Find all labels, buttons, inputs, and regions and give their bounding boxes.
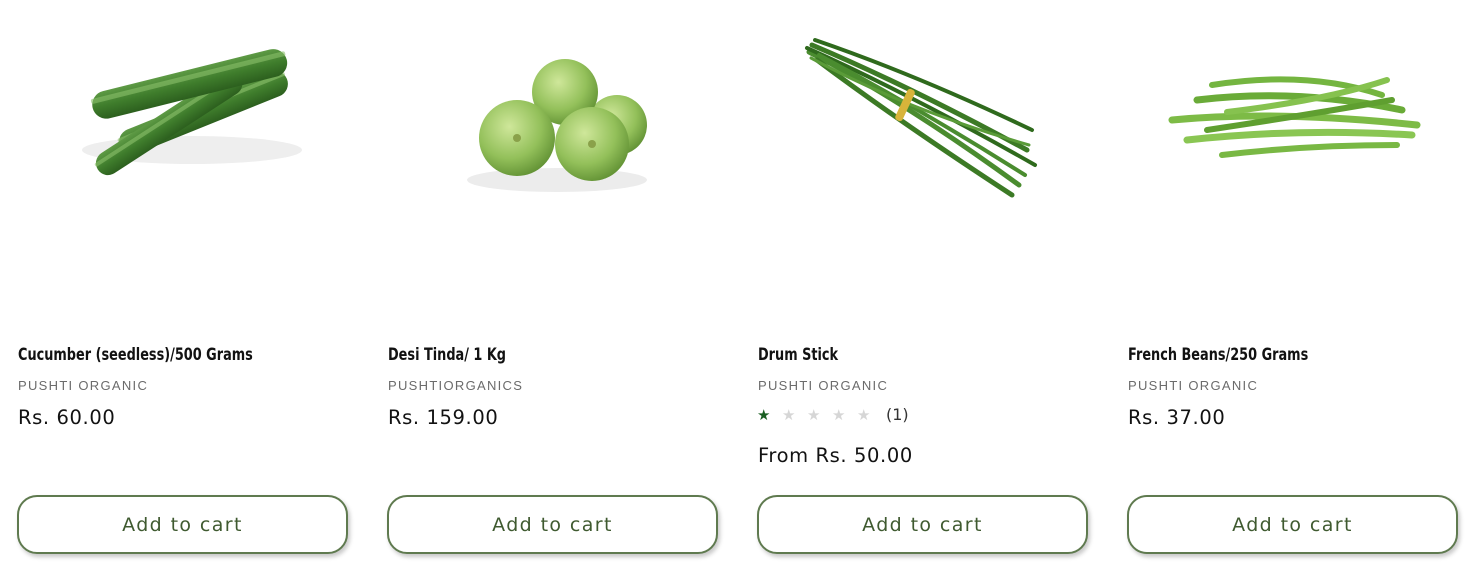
product-price: From Rs. 50.00: [758, 444, 913, 467]
product-card-drumstick: Drum Stick PUSHTI ORGANIC ★ ★ ★ ★ ★ (1) …: [757, 0, 1093, 569]
product-image-drumstick[interactable]: [757, 0, 1093, 300]
product-vendor: PUSHTIORGANICS: [388, 378, 524, 393]
rating-count: (1): [886, 405, 909, 424]
product-vendor: PUSHTI ORGANIC: [758, 378, 889, 393]
product-title[interactable]: Drum Stick: [758, 345, 838, 364]
star-filled-icon: ★: [757, 406, 771, 424]
product-vendor: PUSHTI ORGANIC: [18, 378, 149, 393]
star-empty-icon: ★: [832, 406, 846, 424]
product-image-french-beans[interactable]: [1127, 0, 1463, 300]
product-image-tinda[interactable]: [387, 0, 723, 300]
product-image-cucumber[interactable]: [17, 0, 353, 300]
product-vendor: PUSHTI ORGANIC: [1128, 378, 1259, 393]
add-to-cart-button[interactable]: Add to cart: [387, 495, 718, 554]
product-price: Rs. 37.00: [1128, 406, 1226, 429]
product-title[interactable]: French Beans/250 Grams: [1128, 345, 1308, 364]
star-empty-icon: ★: [807, 406, 821, 424]
star-empty-icon: ★: [782, 406, 796, 424]
star-empty-icon: ★: [857, 406, 871, 424]
product-card-french-beans: French Beans/250 Grams PUSHTI ORGANIC Rs…: [1127, 0, 1463, 569]
product-title[interactable]: Cucumber (seedless)/500 Grams: [18, 345, 253, 364]
add-to-cart-button[interactable]: Add to cart: [757, 495, 1088, 554]
star-rating: ★ ★ ★ ★ ★ (1): [757, 404, 909, 426]
add-to-cart-button[interactable]: Add to cart: [17, 495, 348, 554]
add-to-cart-button[interactable]: Add to cart: [1127, 495, 1458, 554]
product-card-cucumber: Cucumber (seedless)/500 Grams PUSHTI ORG…: [17, 0, 353, 569]
product-card-tinda: Desi Tinda/ 1 Kg PUSHTIORGANICS Rs. 159.…: [387, 0, 723, 569]
product-title[interactable]: Desi Tinda/ 1 Kg: [388, 345, 506, 364]
product-price: Rs. 159.00: [388, 406, 499, 429]
product-price: Rs. 60.00: [18, 406, 116, 429]
